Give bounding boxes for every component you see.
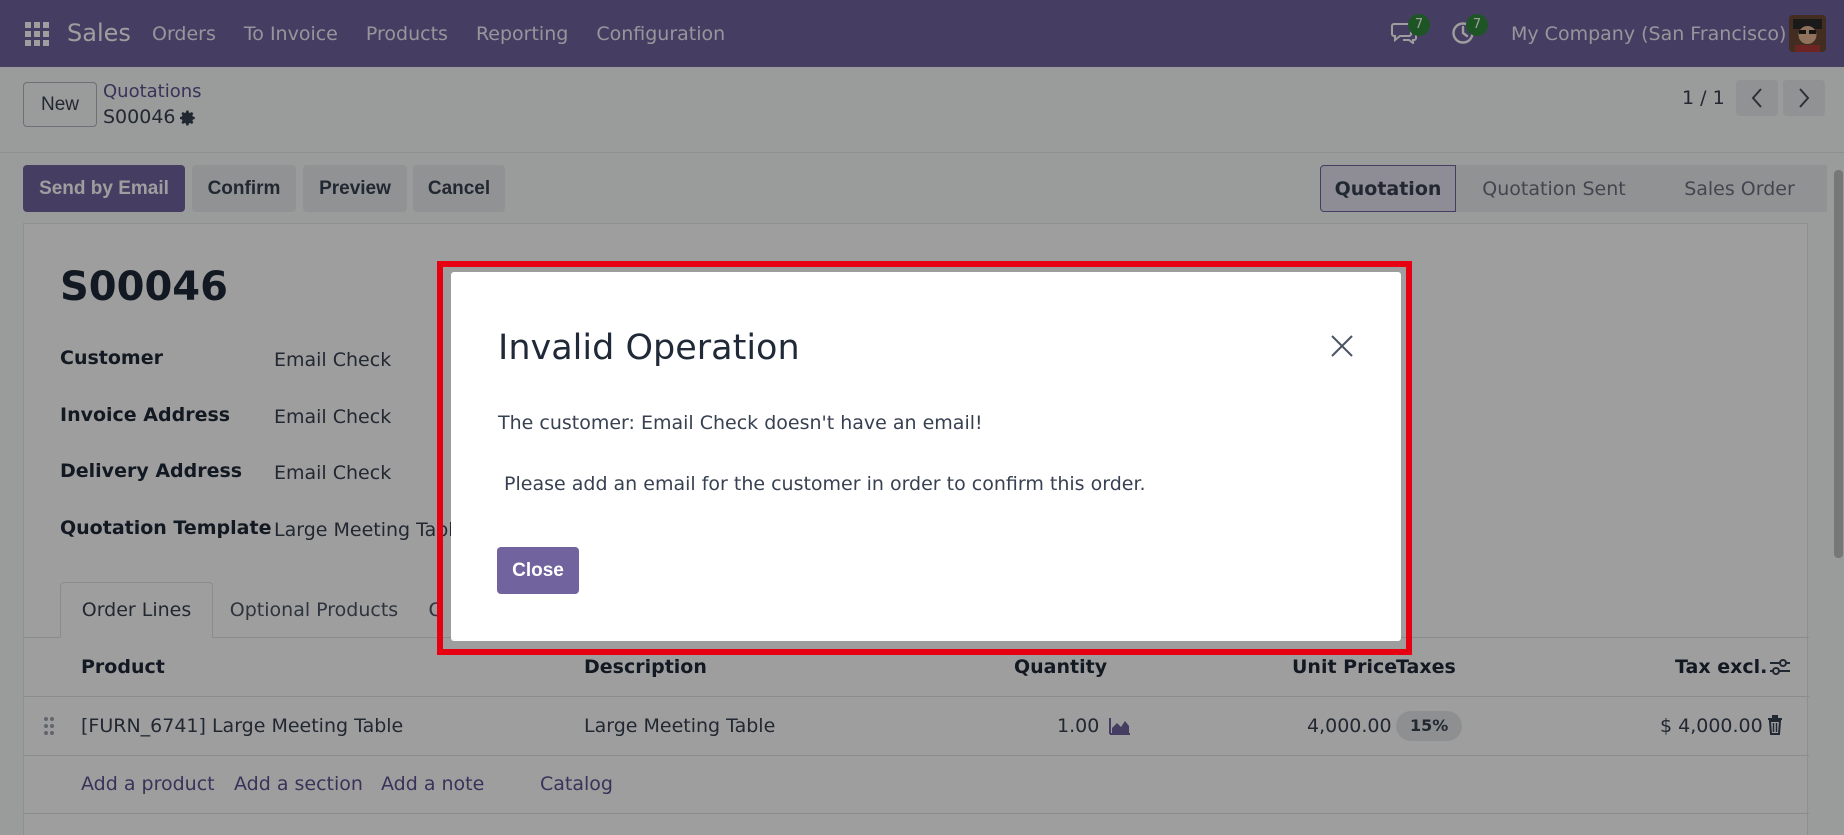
dialog-message-line2: Please add an email for the customer in …	[498, 473, 1146, 495]
invalid-operation-dialog: Invalid Operation The customer: Email Ch…	[451, 272, 1401, 641]
dialog-message-line1: The customer: Email Check doesn't have a…	[498, 412, 983, 434]
dialog-close-button[interactable]: Close	[497, 547, 579, 594]
close-icon[interactable]	[1328, 332, 1356, 360]
dialog-title: Invalid Operation	[498, 328, 800, 368]
